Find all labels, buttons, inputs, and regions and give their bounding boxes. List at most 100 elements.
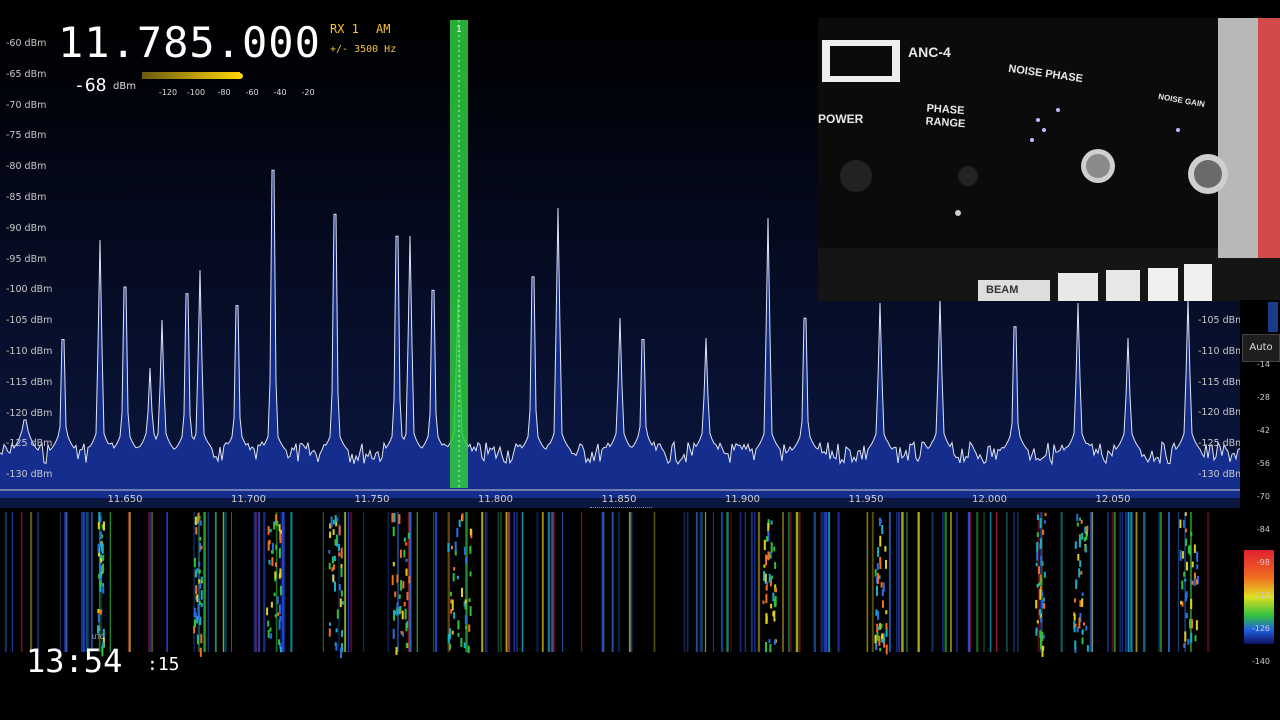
phase-range-label: PHASE RANGE bbox=[925, 102, 966, 131]
waterfall-signal bbox=[775, 587, 777, 593]
waterfall-signal bbox=[392, 562, 395, 567]
waterfall-signal bbox=[271, 557, 274, 567]
waterfall-signal bbox=[276, 596, 279, 604]
waterfall-signal bbox=[1083, 537, 1086, 542]
waterfall-signal bbox=[453, 612, 456, 619]
waterfall-signal bbox=[879, 561, 882, 570]
waterfall-signal bbox=[332, 519, 335, 525]
waterfall-stripe bbox=[1159, 512, 1162, 652]
waterfall-signal bbox=[773, 618, 776, 622]
waterfall-signal bbox=[267, 629, 270, 638]
waterfall-stripe bbox=[513, 512, 515, 652]
waterfall-signal bbox=[1185, 528, 1188, 533]
waterfall-signal bbox=[266, 607, 269, 616]
waterfall-signal bbox=[881, 525, 884, 535]
waterfall-stripe bbox=[824, 512, 827, 652]
waterfall-signal bbox=[451, 599, 454, 611]
waterfall-display[interactable] bbox=[0, 512, 1240, 700]
waterfall-signal bbox=[454, 550, 457, 556]
auto-scale-button[interactable]: Auto bbox=[1242, 334, 1280, 362]
waterfall-signal bbox=[100, 557, 103, 563]
waterfall-signal bbox=[882, 600, 884, 608]
waterfall-signal bbox=[1081, 532, 1084, 540]
waterfall-scale-label: -98 bbox=[1256, 558, 1270, 567]
waterfall-signal bbox=[879, 535, 882, 547]
waterfall-scale-label: -28 bbox=[1256, 393, 1270, 402]
waterfall-signal bbox=[279, 568, 282, 578]
sdr-app: 1 -60 dBm -65 dBm -70 dBm -75 dBm -80 dBm -85… bbox=[0, 0, 1280, 720]
waterfall-signal bbox=[770, 542, 773, 553]
waterfall-scale-label: -140 bbox=[1251, 657, 1270, 666]
waterfall-signal bbox=[1186, 561, 1188, 571]
waterfall-signal bbox=[197, 603, 200, 614]
waterfall-signal bbox=[99, 532, 102, 540]
waterfall-stripe bbox=[290, 512, 293, 652]
waterfall-signal bbox=[765, 536, 768, 542]
waterfall-signal bbox=[403, 538, 406, 542]
s-meter-tick: -80 bbox=[217, 88, 231, 97]
dbm-tick-label-right: -120 dBm bbox=[1198, 407, 1245, 419]
waterfall-signal bbox=[769, 554, 772, 558]
waterfall-signal bbox=[278, 639, 281, 646]
waterfall-signal bbox=[279, 533, 282, 544]
waterfall-signal bbox=[1073, 613, 1076, 621]
waterfall-signal bbox=[1184, 578, 1187, 582]
waterfall-signal bbox=[878, 626, 881, 631]
mode-label[interactable]: AM bbox=[376, 22, 390, 36]
waterfall-stripe bbox=[497, 512, 500, 652]
waterfall-stripe bbox=[956, 512, 958, 652]
beam-label: BEAM bbox=[986, 284, 1019, 296]
waterfall-signal bbox=[1079, 517, 1082, 521]
waterfall-stripe bbox=[508, 512, 510, 652]
waterfall-stripe bbox=[258, 512, 261, 652]
waterfall-stripe bbox=[536, 512, 539, 652]
waterfall-stripe bbox=[30, 512, 33, 652]
waterfall-stripe bbox=[562, 512, 564, 652]
waterfall-signal bbox=[404, 608, 407, 620]
bandwidth-label[interactable]: +/- 3500 Hz bbox=[330, 44, 396, 55]
waterfall-signal bbox=[461, 587, 463, 597]
dbm-tick-label: -75 dBm bbox=[6, 130, 47, 142]
waterfall-signal bbox=[1040, 616, 1043, 623]
waterfall-signal bbox=[99, 610, 102, 615]
waterfall-signal bbox=[467, 645, 470, 654]
waterfall-signal bbox=[456, 575, 459, 580]
model-label: ANC-4 bbox=[908, 44, 951, 60]
waterfall-stripe bbox=[967, 512, 971, 652]
frequency-tick-label: 12.000 bbox=[972, 494, 1007, 505]
waterfall-signal bbox=[268, 539, 271, 545]
waterfall-stripe bbox=[1177, 512, 1179, 652]
waterfall-plot[interactable] bbox=[0, 512, 1240, 700]
waterfall-signal bbox=[463, 642, 466, 649]
receiver-label[interactable]: RX 1 bbox=[330, 22, 359, 36]
waterfall-signal bbox=[200, 633, 203, 644]
waterfall-stripe bbox=[866, 512, 869, 652]
waterfall-stripe bbox=[344, 512, 347, 652]
waterfall-stripe bbox=[550, 512, 553, 652]
dbm-tick-label: -95 dBm bbox=[6, 253, 47, 265]
waterfall-stripe bbox=[580, 512, 583, 652]
waterfall-signal bbox=[198, 569, 201, 573]
waterfall-signal bbox=[1039, 589, 1042, 600]
s-meter-tick: -40 bbox=[273, 88, 287, 97]
waterfall-signal bbox=[1179, 519, 1182, 529]
waterfall-signal bbox=[464, 603, 467, 610]
waterfall-signal bbox=[1185, 613, 1188, 618]
waterfall-stripe bbox=[1127, 512, 1130, 652]
s-meter-value: -68 bbox=[74, 75, 107, 96]
waterfall-signal bbox=[329, 531, 332, 538]
waterfall-signal bbox=[270, 601, 273, 608]
waterfall-stripe bbox=[611, 512, 614, 652]
waterfall-signal bbox=[408, 576, 411, 584]
s-meter-bar bbox=[142, 72, 243, 79]
waterfall-signal bbox=[403, 549, 406, 558]
waterfall-stripe bbox=[1184, 512, 1186, 652]
waterfall-signal bbox=[338, 525, 341, 536]
waterfall-signal bbox=[770, 603, 773, 609]
waterfall-signal bbox=[101, 543, 104, 554]
waterfall-signal bbox=[278, 524, 281, 532]
vfo-frequency[interactable]: 11.785.000 bbox=[58, 18, 321, 67]
waterfall-stripe bbox=[37, 512, 40, 652]
clock-seconds: :15 bbox=[147, 654, 180, 675]
waterfall-stripe bbox=[485, 512, 488, 652]
